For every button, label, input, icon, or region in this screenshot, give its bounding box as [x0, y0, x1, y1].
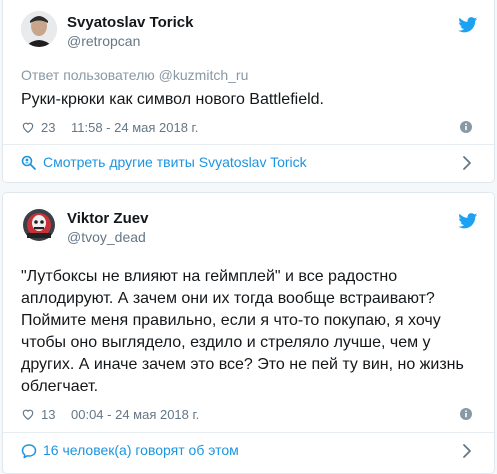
reply-prefix: Ответ пользователю [21, 67, 155, 83]
info-icon[interactable] [460, 408, 472, 420]
twitter-bird-icon[interactable] [458, 17, 478, 33]
info-icon[interactable] [460, 121, 472, 133]
author-handle[interactable]: @retropcan [67, 33, 140, 49]
timestamp[interactable]: 00:04 - 24 мая 2018 г. [71, 407, 199, 422]
tweet-card: Svyatoslav Torick @retropcan Ответ польз… [2, 0, 495, 183]
more-tweets-link[interactable]: Смотреть другие твиты Svyatoslav Torick [21, 152, 478, 174]
reply-context: Ответ пользователю @kuzmitch_ru [21, 67, 248, 83]
tweet-header: Svyatoslav Torick @retropcan [21, 11, 494, 71]
author-handle[interactable]: @tvoy_dead [67, 229, 146, 245]
like-count[interactable]: 13 [41, 407, 55, 422]
tweet-meta: 13 00:04 - 24 мая 2018 г. [21, 406, 478, 424]
conversation-label: 16 человек(а) говорят об этом [43, 442, 239, 458]
divider [3, 432, 494, 433]
tweet-text: Руки-крюки как символ нового Battlefield… [21, 91, 324, 108]
divider [3, 144, 494, 145]
timestamp[interactable]: 11:58 - 24 мая 2018 г. [71, 120, 198, 135]
tweet-card: Viktor Zuev @tvoy_dead "Лутбоксы не влия… [2, 192, 495, 474]
avatar[interactable] [21, 11, 57, 47]
search-people-icon [21, 155, 36, 170]
twitter-bird-icon[interactable] [458, 213, 478, 229]
tweet-text: "Лутбоксы не влияют на геймплей" и все р… [21, 268, 464, 395]
like-count[interactable]: 23 [41, 120, 55, 135]
reply-mention[interactable]: @kuzmitch_ru [159, 67, 249, 83]
chat-icon [21, 444, 37, 459]
conversation-link[interactable]: 16 человек(а) говорят об этом [21, 440, 478, 462]
tweet-meta: 23 11:58 - 24 мая 2018 г. [21, 119, 478, 137]
author-name[interactable]: Viktor Zuev [67, 210, 148, 227]
heart-icon[interactable] [21, 407, 35, 421]
avatar[interactable] [21, 207, 57, 243]
author-name[interactable]: Svyatoslav Torick [67, 14, 193, 31]
heart-icon[interactable] [21, 120, 35, 134]
chevron-right-icon [463, 444, 471, 458]
chevron-right-icon [463, 156, 471, 170]
tweet-header: Viktor Zuev @tvoy_dead [21, 207, 494, 267]
more-tweets-label: Смотреть другие твиты Svyatoslav Torick [43, 154, 307, 170]
